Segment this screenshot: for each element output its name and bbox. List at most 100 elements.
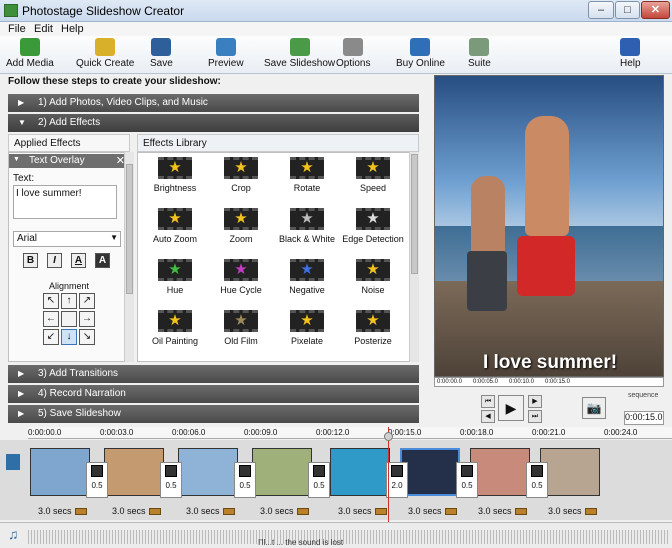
instructions-text: Follow these steps to create your slides…	[8, 76, 221, 87]
text-color-button[interactable]: A	[71, 253, 86, 268]
applied-scrollbar[interactable]	[124, 152, 134, 362]
previous-button[interactable]: ◀	[481, 410, 495, 423]
transition-slot[interactable]: 2.0	[386, 462, 408, 498]
slide-duration[interactable]: 3.0 secs	[186, 506, 235, 516]
slide-duration[interactable]: 3.0 secs	[548, 506, 597, 516]
timeline-slide[interactable]	[400, 448, 460, 496]
transition-slot[interactable]: 0.5	[86, 462, 108, 498]
text-shadow-button[interactable]: A	[95, 253, 110, 268]
step-label: 5) Save Slideshow	[38, 408, 121, 419]
alignment-button[interactable]: ↓	[61, 329, 77, 345]
alignment-button[interactable]	[61, 311, 77, 327]
step-record-narration[interactable]: ▶ 4) Record Narration	[8, 385, 419, 403]
slide-duration[interactable]: 3.0 secs	[260, 506, 309, 516]
alignment-button[interactable]: ↖	[43, 293, 59, 309]
effect-name: Oil Painting	[151, 336, 199, 346]
transition-slot[interactable]: 0.5	[456, 462, 478, 498]
step-add-transitions[interactable]: ▶ 3) Add Transitions	[8, 365, 419, 383]
effect-oil-painting[interactable]: ★ Oil Painting	[142, 308, 208, 354]
end-button[interactable]: ⏭	[528, 410, 542, 423]
playhead-handle[interactable]	[384, 432, 393, 441]
tab-effects-library[interactable]: Effects Library	[137, 134, 419, 152]
next-button[interactable]: ▶	[528, 395, 542, 408]
font-dropdown[interactable]: Arial ▼	[13, 231, 121, 247]
effect-hue[interactable]: ★ Hue	[142, 257, 208, 303]
transition-slot[interactable]: 0.5	[308, 462, 330, 498]
step-add-effects[interactable]: ▼ 2) Add Effects	[8, 114, 419, 132]
text-overlay-header[interactable]: ▼ Text Overlay ✕	[9, 154, 129, 168]
tab-applied-effects[interactable]: Applied Effects	[8, 134, 130, 152]
alignment-button[interactable]: ↑	[61, 293, 77, 309]
timeline-slide[interactable]	[470, 448, 530, 496]
slide-duration[interactable]: 3.0 secs	[478, 506, 527, 516]
step-save-slideshow[interactable]: ▶ 5) Save Slideshow	[8, 405, 419, 423]
minimize-button[interactable]: –	[588, 1, 614, 19]
toolbar-help-button[interactable]: Help	[620, 38, 641, 72]
slide-duration[interactable]: 3.0 secs	[408, 506, 457, 516]
alignment-button[interactable]: ↙	[43, 329, 59, 345]
alignment-button[interactable]: ↗	[79, 293, 95, 309]
slide-duration[interactable]: 3.0 secs	[38, 506, 87, 516]
effect-brightness[interactable]: ★ Brightness	[142, 155, 208, 201]
transition-slot[interactable]: 0.5	[234, 462, 256, 498]
menu-file[interactable]: File	[8, 23, 26, 35]
timeline-slide[interactable]	[30, 448, 90, 496]
scroll-thumb[interactable]	[126, 164, 133, 294]
expand-arrow-icon: ▶	[18, 389, 25, 398]
alignment-button[interactable]: →	[79, 311, 95, 327]
alignment-button[interactable]: ←	[43, 311, 59, 327]
toolbar-label: Quick Create	[76, 58, 135, 69]
toolbar-preview-button[interactable]: Preview	[208, 38, 244, 72]
duration-icon	[74, 508, 87, 516]
timeline-ruler[interactable]: 0:00:00.0 0:00:03.0 0:00:06.0 0:00:09.0 0:00…	[28, 427, 672, 439]
slide-duration[interactable]: 3.0 secs	[112, 506, 161, 516]
transition-slot[interactable]: 0.5	[526, 462, 548, 498]
film-track-icon	[6, 454, 20, 470]
timeline-slide[interactable]	[178, 448, 238, 496]
step-add-photos[interactable]: ▶ 1) Add Photos, Video Clips, and Music	[8, 94, 419, 112]
slide-duration[interactable]: 3.0 secs	[338, 506, 387, 516]
toolbar-buy-online-button[interactable]: Buy Online	[396, 38, 445, 72]
effect-hue-cycle[interactable]: ★ Hue Cycle	[208, 257, 274, 303]
toolbar-quick-create-button[interactable]: Quick Create	[76, 38, 134, 72]
maximize-button[interactable]: □	[615, 1, 640, 19]
italic-button[interactable]: I	[47, 253, 62, 268]
effect-posterize[interactable]: ★ Posterize	[340, 308, 406, 354]
effect-crop[interactable]: ★ Crop	[208, 155, 274, 201]
menu-edit[interactable]: Edit	[34, 23, 53, 35]
effect-edge-detection[interactable]: ★ Edge Detection	[340, 206, 406, 252]
toolbar-label: Suite	[468, 58, 491, 69]
alignment-button[interactable]: ↘	[79, 329, 95, 345]
timeline-slide[interactable]	[540, 448, 600, 496]
toolbar-suite-button[interactable]: Suite	[468, 38, 491, 72]
bold-button[interactable]: B	[23, 253, 38, 268]
effect-noise[interactable]: ★ Noise	[340, 257, 406, 303]
effect-rotate[interactable]: ★ Rotate	[274, 155, 340, 201]
effect-old-film[interactable]: ★ Old Film	[208, 308, 274, 354]
effect-zoom[interactable]: ★ Zoom	[208, 206, 274, 252]
toolbar-options-button[interactable]: Options	[336, 38, 370, 72]
transition-slot[interactable]: 0.5	[160, 462, 182, 498]
play-button[interactable]: ▶	[498, 395, 524, 421]
effect-negative[interactable]: ★ Negative	[274, 257, 340, 303]
star-icon: ★	[366, 312, 380, 329]
effect-black-white[interactable]: ★ Black & White	[274, 206, 340, 252]
menu-help[interactable]: Help	[61, 23, 84, 35]
scroll-thumb[interactable]	[411, 154, 418, 274]
timeline-slide[interactable]	[252, 448, 312, 496]
snapshot-button[interactable]: 📷	[582, 397, 606, 419]
timeline-slide[interactable]	[104, 448, 164, 496]
effect-speed[interactable]: ★ Speed	[340, 155, 406, 201]
rewind-button[interactable]: ⏮	[481, 395, 495, 408]
toolbar-save-button[interactable]: Save	[150, 38, 173, 72]
toolbar-add-media-button[interactable]: Add Media	[6, 38, 54, 72]
timeline-slide[interactable]	[330, 448, 390, 496]
effect-auto-zoom[interactable]: ★ Auto Zoom	[142, 206, 208, 252]
toolbar-save-slideshow-button[interactable]: Save Slideshow	[264, 38, 335, 72]
close-button[interactable]: ✕	[641, 1, 670, 19]
overlay-text-field[interactable]: I love summer!	[13, 185, 117, 219]
effect-pixelate[interactable]: ★ Pixelate	[274, 308, 340, 354]
preview-ruler[interactable]: 0:00:00.0 0:00:05.0 0:00:10.0 0:00:15.0	[434, 377, 664, 387]
transition-duration: 2.0	[391, 481, 403, 490]
library-scrollbar[interactable]	[409, 152, 419, 362]
